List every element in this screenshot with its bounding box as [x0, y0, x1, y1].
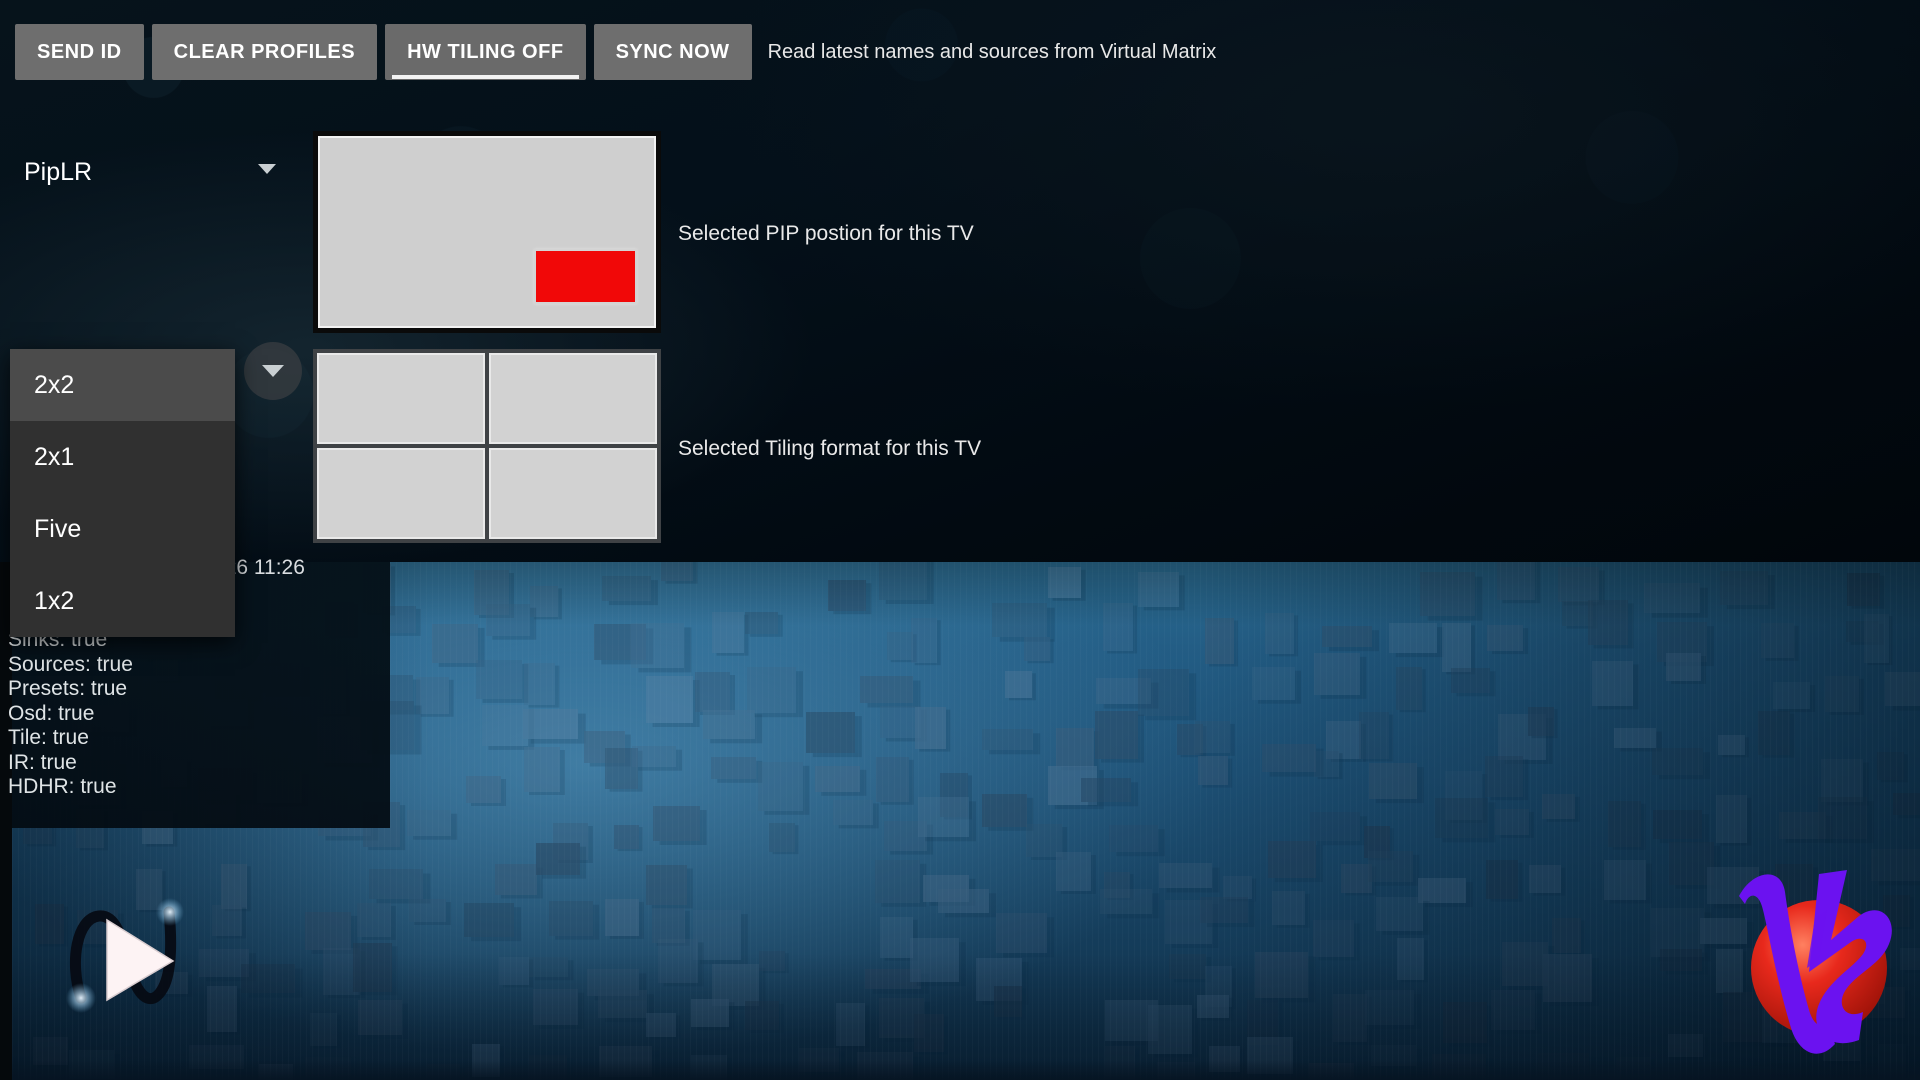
play-icon — [66, 898, 184, 1013]
tiling-cell — [317, 353, 485, 444]
pip-description-label: Selected PIP postion for this TV — [678, 222, 974, 245]
send-id-button[interactable]: SEND ID — [15, 24, 144, 80]
tiling-description-label: Selected Tiling format for this TV — [678, 437, 982, 460]
app-overlay-panel — [0, 0, 1920, 562]
clear-profiles-button[interactable]: CLEAR PROFILES — [151, 24, 378, 80]
app-overlay-texture — [0, 0, 1920, 562]
status-line-sources: Sources: true — [8, 652, 133, 676]
dropdown-option-five[interactable]: Five — [10, 493, 235, 565]
tiling-cell — [489, 448, 657, 539]
tiling-preview[interactable] — [313, 349, 661, 543]
dropdown-option-2x1[interactable]: 2x1 — [10, 421, 235, 493]
tiling-format-dropdown-list[interactable]: 2x2 2x1 Five 1x2 — [10, 349, 235, 637]
status-line-presets: Presets: true — [8, 677, 128, 700]
vs-logo-icon — [1739, 870, 1892, 1054]
pip-position-value: PipLR — [24, 157, 93, 186]
status-line-ir: IR: true — [8, 750, 77, 774]
sync-now-button[interactable]: SYNC NOW — [593, 24, 752, 80]
status-line-hdhr: HDHR: true — [8, 775, 117, 798]
tiling-cell — [317, 448, 485, 539]
status-line-tile: Tile: true — [8, 726, 89, 749]
toolbar-note: Read latest names and sources from Virtu… — [767, 40, 1217, 63]
pip-preview-window — [534, 249, 637, 304]
chevron-down-icon — [258, 164, 276, 174]
tiling-format-spinner[interactable] — [244, 342, 302, 400]
pip-position-spinner[interactable]: PipLR — [24, 148, 296, 196]
video-bottom-strip — [12, 1060, 1920, 1080]
top-toolbar: SEND ID CLEAR PROFILES HW TILING OFF SYN… — [0, 24, 1216, 80]
hw-tiling-toggle-button[interactable]: HW TILING OFF — [385, 24, 586, 80]
chevron-down-icon — [262, 365, 284, 377]
dropdown-option-2x2[interactable]: 2x2 — [10, 349, 235, 421]
pip-preview[interactable] — [313, 131, 661, 333]
capability-status-list: Sinks: true Sources: true Presets: true … — [8, 628, 133, 800]
tiling-cell — [489, 353, 657, 444]
app-screen: SEND ID CLEAR PROFILES HW TILING OFF SYN… — [0, 0, 1920, 1080]
status-line-osd: Osd: true — [8, 701, 95, 725]
pip-preview-screen — [318, 136, 656, 328]
dropdown-option-1x2[interactable]: 1x2 — [10, 565, 235, 637]
